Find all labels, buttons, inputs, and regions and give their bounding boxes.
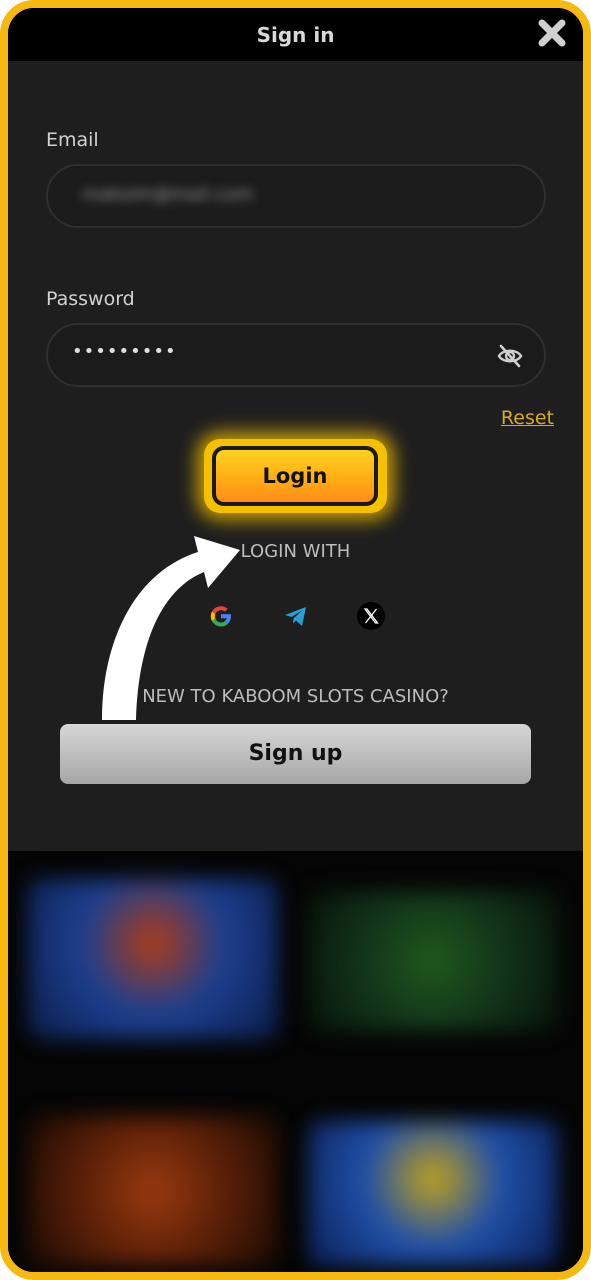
- close-button[interactable]: [535, 16, 569, 50]
- phone-frame: Sign in Email maksim@mail.com Password •…: [0, 0, 591, 1280]
- email-label: Email: [46, 129, 99, 151]
- modal-title: Sign in: [256, 23, 335, 47]
- password-value: •••••••••: [72, 341, 177, 362]
- login-button[interactable]: Login: [212, 446, 378, 506]
- signup-prompt: NEW TO KABOOM SLOTS CASINO?: [142, 686, 449, 707]
- password-visibility-toggle[interactable]: [496, 342, 524, 370]
- game-tile: [308, 891, 558, 1031]
- blurred-game-grid: [8, 851, 583, 1272]
- modal-header: Sign in: [8, 8, 583, 61]
- email-field[interactable]: maksim@mail.com: [46, 164, 546, 228]
- game-tile: [28, 1116, 278, 1266]
- login-with-heading: LOGIN WITH: [240, 541, 351, 562]
- email-value: maksim@mail.com: [82, 184, 254, 205]
- eye-slash-icon: [497, 344, 523, 368]
- sign-in-panel: Email maksim@mail.com Password •••••••••…: [8, 61, 583, 851]
- close-icon: [538, 19, 566, 47]
- game-tile: [308, 1121, 558, 1266]
- google-login-button[interactable]: [206, 601, 236, 631]
- telegram-icon: [285, 607, 306, 626]
- reset-password-link[interactable]: Reset: [501, 407, 554, 429]
- password-label: Password: [46, 288, 135, 310]
- game-tile: [28, 879, 278, 1039]
- x-icon: [357, 602, 385, 630]
- x-login-button[interactable]: [356, 601, 386, 631]
- password-field[interactable]: •••••••••: [46, 323, 546, 387]
- sign-up-button[interactable]: Sign up: [60, 724, 531, 784]
- telegram-login-button[interactable]: [281, 601, 311, 631]
- google-icon: [210, 606, 231, 627]
